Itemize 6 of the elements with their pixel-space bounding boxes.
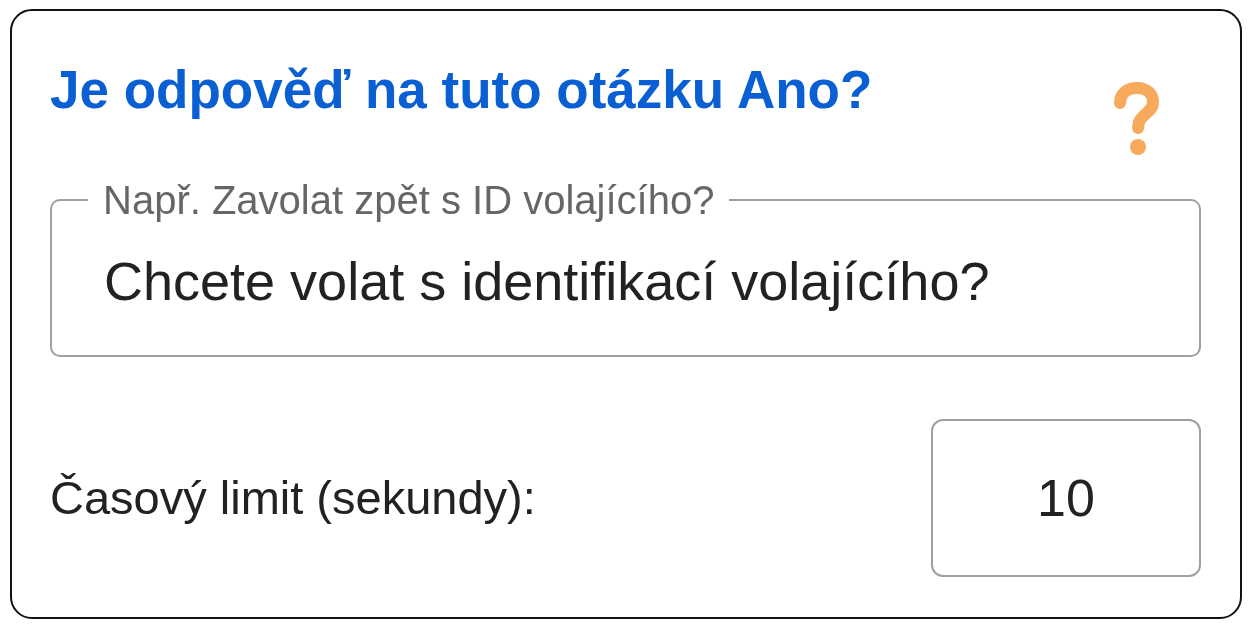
number-field[interactable]: 10 (931, 419, 1201, 577)
question-mark-icon (1111, 81, 1161, 157)
timeout-label: Časový limit (sekundy): (50, 470, 536, 526)
question-title: Je odpověď na tuto otázku Ano? (50, 60, 873, 120)
field-label: Např. Zavolat zpět s ID volajícího? (102, 178, 716, 222)
field-value: Chcete volat s identifikací volajícího? (104, 251, 990, 311)
